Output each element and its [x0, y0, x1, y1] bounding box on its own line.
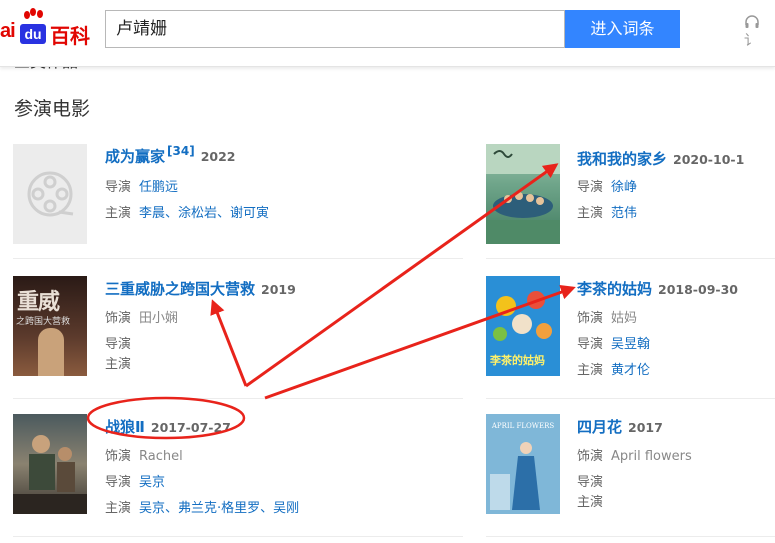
film-director-row: 导演 — [577, 475, 604, 490]
poster-title: 李茶的姑妈 — [490, 354, 545, 367]
top-header: ai du 百科 卢靖姗 进入词条 讠 — [0, 0, 775, 67]
film-title-link[interactable]: 四月花 — [577, 418, 622, 436]
poster-wolf-warrior[interactable] — [13, 414, 87, 514]
film-cast-row: 主演 — [105, 357, 132, 372]
film-title-line: 三重威胁之跨国大营救 2019 — [105, 278, 296, 299]
logo-baike-text: 百科 — [50, 24, 90, 48]
search-input[interactable]: 卢靖姗 — [105, 10, 565, 48]
role-name: Rachel — [139, 449, 183, 464]
poster-hometown[interactable] — [486, 144, 560, 244]
film-date: 2020-10-1 — [673, 152, 745, 167]
cast-links[interactable]: 吴京、弗兰克·格里罗、吴刚 — [139, 501, 299, 516]
director-link[interactable]: 徐峥 — [611, 180, 637, 195]
wolf-warrior-poster-art — [13, 435, 87, 514]
film-title-link[interactable]: 李茶的姑妈 — [577, 280, 652, 298]
film-title-line: 成为赢家 [34] 2022 — [105, 144, 235, 166]
director-link[interactable]: 吴昱翰 — [611, 337, 650, 352]
role-name: April flowers — [611, 449, 692, 464]
divider — [13, 536, 463, 537]
film-director-row: 导演 徐峥 — [577, 180, 638, 195]
film-role-row: 饰演 April flowers — [577, 449, 692, 464]
poster-auntie[interactable]: 李茶的姑妈 — [486, 276, 560, 376]
enter-entry-button[interactable]: 进入词条 — [565, 10, 680, 48]
film-cast-row: 主演 黄才伦 — [577, 363, 651, 378]
poster-figure — [38, 328, 64, 376]
annotation-arrow — [210, 299, 248, 387]
divider — [13, 398, 463, 399]
logo-bai-text: ai — [0, 20, 16, 42]
divider — [486, 258, 775, 259]
film-title-link[interactable]: 成为赢家 — [105, 147, 165, 165]
film-role-row: 饰演 姑妈 — [577, 311, 638, 326]
listen-label: 讠 — [744, 33, 758, 49]
film-title-link[interactable]: 战狼Ⅱ — [105, 418, 145, 436]
film-title-line: 李茶的姑妈 2018-09-30 — [577, 278, 738, 299]
film-cast-row: 主演 李晨、涂松岩、谢可寅 — [105, 206, 270, 221]
film-director-row: 导演 吴京 — [105, 475, 166, 490]
headphones-icon — [745, 15, 759, 28]
film-cast-row: 主演 — [577, 495, 604, 510]
poster-april-flowers[interactable]: APRIL FLOWERS — [486, 414, 560, 514]
film-reel-icon — [27, 171, 74, 217]
divider — [13, 258, 463, 259]
cast-links[interactable]: 黄才伦 — [611, 363, 650, 378]
film-director-row: 导演 吴昱翰 — [577, 337, 651, 352]
listen-button[interactable]: 讠 — [744, 14, 775, 50]
baidu-baike-logo[interactable]: ai du 百科 — [0, 8, 100, 52]
paw-logo-icon — [24, 8, 43, 19]
director-link[interactable]: 吴京 — [139, 475, 165, 490]
film-title-line: 四月花 2017 — [577, 416, 663, 437]
director-link[interactable]: 任鹏远 — [139, 180, 178, 195]
section-title: 参演电影 — [14, 98, 91, 120]
film-role-row: 饰演 田小娴 — [105, 311, 179, 326]
film-title-line: 我和我的家乡 2020-10-1 — [577, 148, 744, 169]
cast-links[interactable]: 李晨、涂松岩、谢可寅 — [139, 206, 269, 221]
poster-subtitle: 之跨国大营救 — [16, 317, 71, 327]
april-flowers-poster-art — [490, 442, 540, 510]
film-year: 2017 — [628, 420, 663, 435]
cast-links[interactable]: 范伟 — [611, 206, 637, 221]
film-cast-row: 主演 吴京、弗兰克·格里罗、吴刚 — [105, 501, 300, 516]
poster-title: 重威 — [17, 290, 60, 315]
film-year: 2022 — [200, 149, 236, 165]
film-title-line: 战狼Ⅱ 2017-07-27 — [105, 416, 231, 437]
film-role-row: 饰演 Rachel — [105, 449, 183, 464]
film-cast-row: 主演 范伟 — [577, 206, 638, 221]
film-date: 2018-09-30 — [658, 282, 738, 297]
divider — [486, 398, 775, 399]
poster-placeholder[interactable] — [13, 144, 87, 244]
divider — [486, 536, 775, 537]
hometown-poster-art — [486, 144, 560, 244]
reference-link[interactable]: [34] — [167, 144, 195, 158]
poster-triple-threat[interactable]: 重威 之跨国大营救 — [13, 276, 87, 376]
film-director-row: 导演 — [105, 337, 132, 352]
film-date: 2017-07-27 — [150, 420, 231, 435]
role-name: 田小娴 — [139, 311, 179, 326]
film-title-link[interactable]: 三重威胁之跨国大营救 — [105, 280, 255, 298]
film-director-row: 导演 任鹏远 — [105, 180, 179, 195]
film-year: 2019 — [261, 282, 296, 297]
film-title-link[interactable]: 我和我的家乡 — [577, 150, 667, 168]
role-name: 姑妈 — [611, 311, 638, 326]
logo-du-text: du — [20, 24, 46, 44]
